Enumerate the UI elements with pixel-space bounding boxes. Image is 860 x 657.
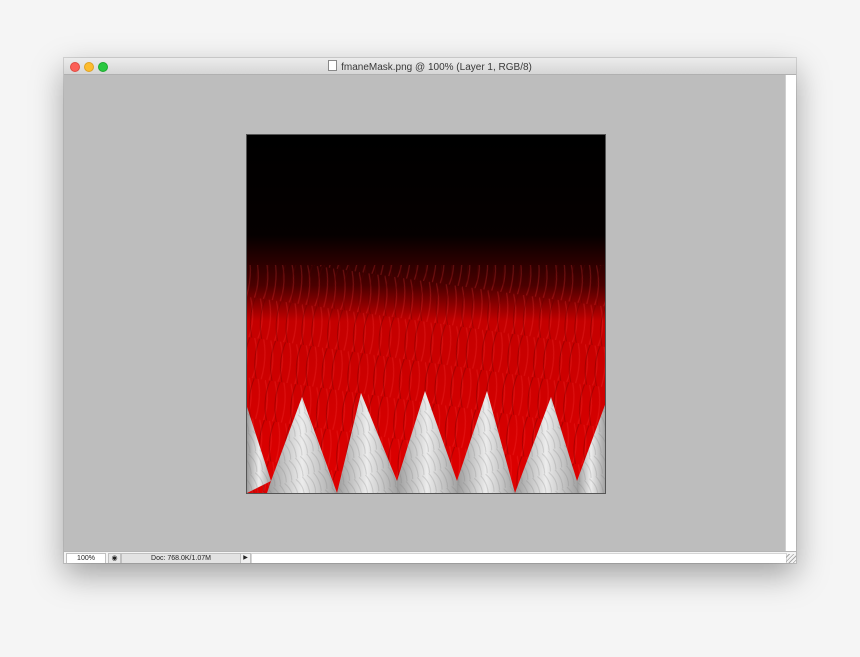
teeth-row <box>247 391 605 493</box>
document-size-info: Doc: 768.0K/1.07M <box>121 553 241 563</box>
window-title: fmaneMask.png @ 100% (Layer 1, RGB/8) <box>64 60 796 74</box>
zoom-level-field[interactable]: 100% <box>66 553 106 563</box>
status-options-icon[interactable]: ◉ <box>108 553 121 563</box>
status-bar: 100% ◉ Doc: 768.0K/1.07M ▶ <box>64 551 796 563</box>
resize-grip-icon[interactable] <box>786 554 796 563</box>
status-menu-arrow-icon[interactable]: ▶ <box>240 553 251 563</box>
document-window: fmaneMask.png @ 100% (Layer 1, RGB/8) 10… <box>64 58 796 563</box>
vertical-scrollbar[interactable] <box>785 75 796 551</box>
document-icon <box>328 60 338 71</box>
horizontal-scrollbar[interactable] <box>251 553 787 563</box>
window-title-text: fmaneMask.png @ 100% (Layer 1, RGB/8) <box>341 62 532 73</box>
title-bar[interactable]: fmaneMask.png @ 100% (Layer 1, RGB/8) <box>64 58 796 75</box>
canvas-area[interactable] <box>64 75 785 551</box>
image-canvas[interactable] <box>246 134 606 494</box>
mane-mask-image <box>247 135 605 493</box>
